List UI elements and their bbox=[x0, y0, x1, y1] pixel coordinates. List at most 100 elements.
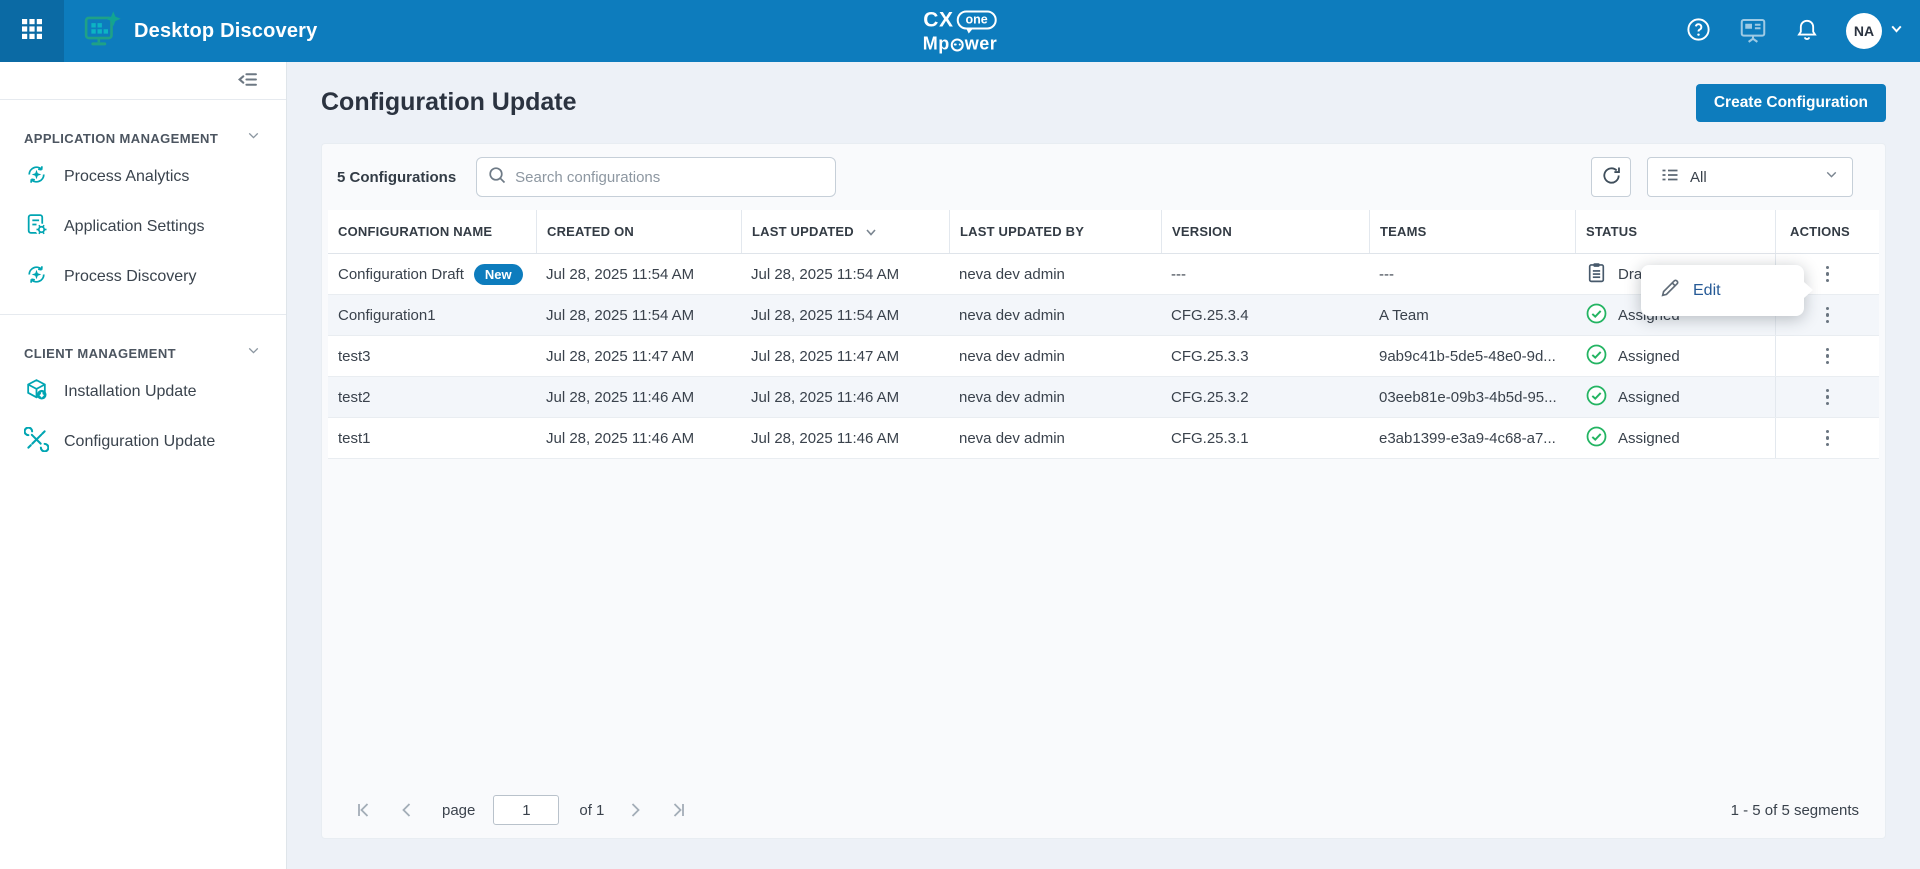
list-icon bbox=[1660, 165, 1680, 190]
section-application-management[interactable]: APPLICATION MANAGEMENT bbox=[0, 124, 286, 152]
edit-menu-item[interactable]: Edit bbox=[1693, 282, 1721, 300]
sidebar-item-installation-update[interactable]: Installation Update bbox=[0, 367, 286, 417]
configuration-name: Configuration1 bbox=[328, 295, 536, 335]
teams-cell: 9ab9c41b-5de5-48e0-9d... bbox=[1369, 336, 1575, 376]
last-updated-by-cell: neva dev admin bbox=[949, 254, 1161, 294]
app-launcher-button[interactable] bbox=[0, 0, 64, 62]
column-header-last-updated-by[interactable]: LAST UPDATED BY bbox=[949, 210, 1161, 253]
column-header-status[interactable]: STATUS bbox=[1575, 210, 1775, 253]
top-navigation-bar: Desktop Discovery CX one Mp wer bbox=[0, 0, 1920, 62]
desktop-discovery-app: Desktop Discovery CX one Mp wer bbox=[0, 0, 1920, 869]
avatar: NA bbox=[1846, 13, 1882, 49]
table-row[interactable]: test1 Jul 28, 2025 11:46 AM Jul 28, 2025… bbox=[328, 418, 1879, 459]
sidebar-item-label: Process Discovery bbox=[64, 268, 196, 286]
previous-page-button[interactable] bbox=[397, 799, 416, 821]
status-label: Assigned bbox=[1618, 430, 1680, 447]
sidebar-item-label: Application Settings bbox=[64, 218, 205, 236]
version-cell: --- bbox=[1161, 254, 1369, 294]
user-menu[interactable]: NA bbox=[1846, 13, 1904, 49]
last-updated-by-cell: neva dev admin bbox=[949, 377, 1161, 417]
status-label: Assigned bbox=[1618, 389, 1680, 406]
column-header-teams[interactable]: TEAMS bbox=[1369, 210, 1575, 253]
sidebar-item-configuration-update[interactable]: Configuration Update bbox=[0, 417, 286, 467]
search-box bbox=[476, 157, 836, 197]
last-page-button[interactable] bbox=[669, 799, 688, 821]
section-label: APPLICATION MANAGEMENT bbox=[24, 131, 218, 146]
column-header-actions: ACTIONS bbox=[1775, 210, 1879, 253]
refresh-icon bbox=[1600, 164, 1623, 190]
search-input[interactable] bbox=[515, 169, 825, 186]
pencil-icon bbox=[1659, 278, 1680, 304]
refresh-button[interactable] bbox=[1591, 157, 1631, 197]
pagination-bar: page of 1 1 - 5 of 5 segments bbox=[342, 794, 1859, 826]
column-header-last-updated[interactable]: LAST UPDATED bbox=[741, 210, 949, 253]
last-updated-cell: Jul 28, 2025 11:46 AM bbox=[741, 418, 949, 458]
section-client-management[interactable]: CLIENT MANAGEMENT bbox=[0, 339, 286, 367]
sidebar-collapse-button[interactable] bbox=[237, 69, 258, 93]
configurations-table: CONFIGURATION NAME CREATED ON LAST UPDAT… bbox=[328, 210, 1879, 459]
column-header-label: LAST UPDATED bbox=[752, 224, 854, 239]
application-settings-icon bbox=[24, 212, 49, 242]
row-actions-menu-button[interactable] bbox=[1814, 421, 1842, 455]
configuration-name: test1 bbox=[328, 418, 536, 458]
process-analytics-icon bbox=[24, 162, 49, 192]
sidebar-divider bbox=[0, 99, 286, 100]
chevron-down-icon bbox=[1823, 166, 1840, 188]
table-row[interactable]: test2 Jul 28, 2025 11:46 AM Jul 28, 2025… bbox=[328, 377, 1879, 418]
column-header-version[interactable]: VERSION bbox=[1161, 210, 1369, 253]
status-label: Assigned bbox=[1618, 348, 1680, 365]
version-cell: CFG.25.3.3 bbox=[1161, 336, 1369, 376]
help-button[interactable] bbox=[1685, 16, 1712, 46]
filter-selected-value: All bbox=[1690, 169, 1813, 186]
status-cell: Assigned bbox=[1575, 377, 1775, 417]
sidebar-item-application-settings[interactable]: Application Settings bbox=[0, 202, 286, 252]
created-on-cell: Jul 28, 2025 11:46 AM bbox=[536, 418, 741, 458]
sidebar-item-label: Configuration Update bbox=[64, 433, 215, 451]
search-icon bbox=[487, 165, 507, 190]
cx-logo-text: CX bbox=[923, 10, 953, 31]
sidebar-item-process-discovery[interactable]: Process Discovery bbox=[0, 252, 286, 302]
last-updated-cell: Jul 28, 2025 11:46 AM bbox=[741, 377, 949, 417]
configuration-name: test3 bbox=[328, 336, 536, 376]
sidebar-item-process-analytics[interactable]: Process Analytics bbox=[0, 152, 286, 202]
one-bubble-text: one bbox=[956, 10, 996, 30]
row-actions-menu-button[interactable] bbox=[1814, 257, 1842, 291]
version-cell: CFG.25.3.2 bbox=[1161, 377, 1369, 417]
status-filter-dropdown[interactable]: All bbox=[1647, 157, 1853, 197]
last-updated-cell: Jul 28, 2025 11:54 AM bbox=[741, 295, 949, 335]
clipboard-icon bbox=[1585, 261, 1608, 288]
installation-update-icon bbox=[24, 377, 49, 407]
column-header-configuration-name[interactable]: CONFIGURATION NAME bbox=[328, 210, 536, 253]
presentation-button[interactable] bbox=[1738, 15, 1768, 48]
main-content: Configuration Update Create Configuratio… bbox=[287, 62, 1920, 869]
column-header-created-on[interactable]: CREATED ON bbox=[536, 210, 741, 253]
configuration-update-icon bbox=[24, 427, 49, 457]
chevron-down-icon bbox=[1889, 21, 1904, 41]
last-updated-by-cell: neva dev admin bbox=[949, 336, 1161, 376]
topbar-actions: NA bbox=[1685, 13, 1920, 49]
presentation-icon bbox=[1738, 15, 1768, 48]
configuration-name: Configuration Draft bbox=[338, 266, 464, 283]
page-number-input[interactable] bbox=[493, 795, 559, 825]
mpower-text-post: wer bbox=[965, 35, 998, 53]
sort-chevron-icon bbox=[864, 225, 878, 239]
notifications-button[interactable] bbox=[1794, 17, 1820, 46]
created-on-cell: Jul 28, 2025 11:54 AM bbox=[536, 295, 741, 335]
chevron-down-icon bbox=[245, 342, 262, 364]
row-actions-menu-button[interactable] bbox=[1814, 298, 1842, 332]
teams-cell: --- bbox=[1369, 254, 1575, 294]
table-row[interactable]: test3 Jul 28, 2025 11:47 AM Jul 28, 2025… bbox=[328, 336, 1879, 377]
row-actions-menu-button[interactable] bbox=[1814, 339, 1842, 373]
row-actions-menu-button[interactable] bbox=[1814, 380, 1842, 414]
grid-icon bbox=[20, 17, 44, 46]
bell-icon bbox=[1794, 17, 1820, 46]
next-page-button[interactable] bbox=[626, 799, 645, 821]
first-page-button[interactable] bbox=[354, 799, 373, 821]
robot-face-icon bbox=[951, 38, 964, 51]
check-circle-icon bbox=[1585, 343, 1608, 370]
create-configuration-button[interactable]: Create Configuration bbox=[1696, 84, 1886, 122]
configurations-panel: 5 Configurations bbox=[321, 143, 1886, 839]
section-label: CLIENT MANAGEMENT bbox=[24, 346, 176, 361]
process-discovery-icon bbox=[24, 262, 49, 292]
mpower-text-pre: Mp bbox=[923, 35, 950, 53]
